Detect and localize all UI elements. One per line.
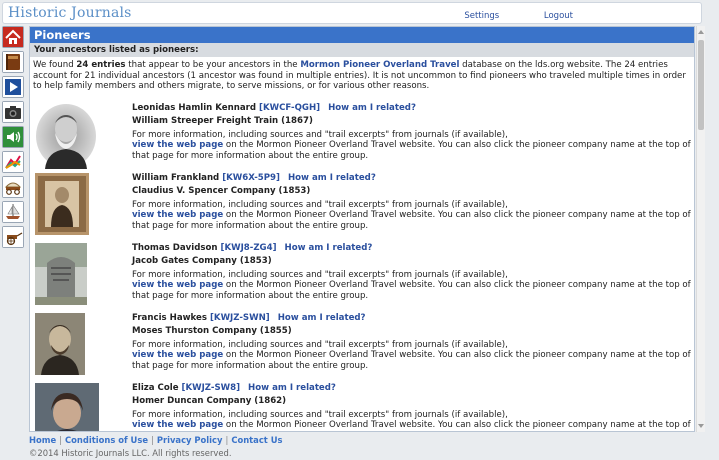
ancestor-name: Francis Hawkes — [132, 312, 207, 323]
footer: Home | Conditions of Use | Privacy Policy | Co… — [29, 435, 695, 458]
ancestor-name: Thomas Davidson — [132, 242, 218, 253]
footer-privacy-link[interactable]: Privacy Policy — [157, 435, 223, 445]
scroll-down-arrow-icon[interactable] — [698, 423, 704, 429]
ancestor-portrait — [35, 312, 85, 375]
ancestor-entry: Leonidas Hamlin Kennard [KWCF-QGH] How am… — [33, 102, 691, 173]
logout-link[interactable]: Logout — [544, 11, 573, 21]
journal-book-icon[interactable] — [2, 51, 24, 73]
database-link[interactable]: Mormon Pioneer Overland Travel — [300, 60, 459, 70]
play-video-icon[interactable] — [2, 76, 24, 98]
audio-speaker-icon[interactable] — [2, 126, 24, 148]
ship-icon[interactable] — [2, 201, 24, 223]
view-web-page-link[interactable]: view the web page — [132, 280, 223, 290]
scroll-up-arrow-icon[interactable] — [698, 29, 704, 35]
scrollbar-thumb[interactable] — [698, 40, 704, 130]
pioneer-company: William Streeper Freight Train (1867) — [132, 116, 313, 126]
ancestor-name: William Frankland — [132, 172, 220, 183]
view-web-page-link[interactable]: view the web page — [132, 140, 223, 150]
ancestor-entry: Francis Hawkes [KWJZ-SWN] How am I relate… — [33, 312, 691, 383]
how-am-i-related-link[interactable]: How am I related? — [278, 313, 366, 323]
how-am-i-related-link[interactable]: How am I related? — [285, 243, 373, 253]
pioneer-company: Homer Duncan Company (1862) — [132, 396, 287, 406]
view-web-page-link[interactable]: view the web page — [132, 350, 223, 360]
intro-paragraph: We found 24 entries that appear to be yo… — [33, 60, 686, 91]
footer-conditions-link[interactable]: Conditions of Use — [65, 435, 148, 445]
footer-contact-link[interactable]: Contact Us — [231, 435, 282, 445]
ancestor-name: Leonidas Hamlin Kennard — [132, 102, 257, 113]
how-am-i-related-link[interactable]: How am I related? — [288, 173, 376, 183]
page-title: Pioneers — [30, 27, 694, 43]
home-icon[interactable] — [2, 26, 24, 48]
pioneer-company: Jacob Gates Company (1853) — [132, 256, 272, 266]
ancestor-entry: William Frankland [KW6X-5P9] How am I rel… — [33, 172, 691, 243]
view-web-page-link[interactable]: view the web page — [132, 210, 223, 220]
footer-home-link[interactable]: Home — [29, 435, 56, 445]
main-scrollbar[interactable] — [696, 26, 705, 432]
pioneer-company: Claudius V. Spencer Company (1853) — [132, 186, 311, 196]
top-nav: Settings Logout — [464, 11, 573, 21]
how-am-i-related-link[interactable]: How am I related? — [328, 103, 416, 113]
entry-count: 24 entries — [76, 60, 126, 70]
ancestor-portrait — [35, 242, 87, 305]
main-panel: Pioneers Your ancestors listed as pionee… — [29, 26, 695, 432]
camera-icon[interactable] — [2, 101, 24, 123]
ancestor-entry: Eliza Cole [KWJZ-SW8] How am I related? H… — [33, 382, 691, 431]
ancestor-entry: Thomas Davidson [KWJ8-ZG4] How am I relat… — [33, 242, 691, 313]
ancestor-portrait — [35, 103, 97, 169]
copyright-text: ©2014 Historic Journals LLC. All rights … — [29, 448, 232, 458]
footer-links: Home | Conditions of Use | Privacy Policy | Co… — [29, 435, 283, 445]
content-area: We found 24 entries that appear to be yo… — [30, 57, 694, 431]
familysearch-id-link[interactable]: [KWCF-QGH] — [259, 103, 320, 113]
wagon-icon[interactable] — [2, 176, 24, 198]
brand-logo[interactable]: Historic Journals — [8, 5, 132, 21]
familysearch-id-link[interactable]: [KWJZ-SWN] — [210, 313, 270, 323]
settings-link[interactable]: Settings — [464, 11, 499, 21]
pioneer-company: Moses Thurston Company (1855) — [132, 326, 292, 336]
ancestor-portrait — [35, 172, 89, 235]
how-am-i-related-link[interactable]: How am I related? — [248, 383, 336, 393]
familysearch-id-link[interactable]: [KWJ8-ZG4] — [221, 243, 277, 253]
icon-sidebar — [2, 26, 26, 251]
ancestor-portrait — [35, 382, 99, 431]
handcart-icon[interactable] — [2, 226, 24, 248]
chart-icon[interactable] — [2, 151, 24, 173]
ancestor-name: Eliza Cole — [132, 382, 179, 393]
top-bar: Historic Journals Settings Logout — [2, 2, 702, 24]
familysearch-id-link[interactable]: [KW6X-5P9] — [222, 173, 280, 183]
view-web-page-link[interactable]: view the web page — [132, 420, 223, 430]
page-subtitle: Your ancestors listed as pioneers: — [30, 43, 694, 57]
familysearch-id-link[interactable]: [KWJZ-SW8] — [182, 383, 241, 393]
